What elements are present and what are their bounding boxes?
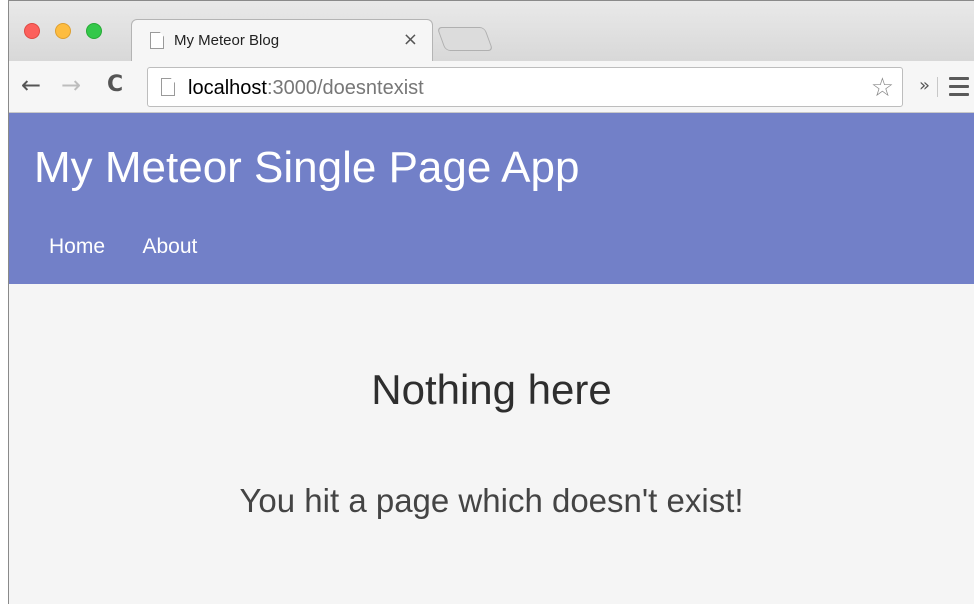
browser-window: My Meteor Blog × ← → C localhost:3000/do… (8, 0, 974, 604)
tab-close-icon[interactable]: × (403, 29, 418, 50)
forward-icon[interactable]: → (61, 73, 81, 97)
back-icon[interactable]: ← (21, 73, 41, 97)
toolbar-divider (937, 77, 938, 97)
app-title: My Meteor Single Page App (34, 143, 580, 192)
not-found-heading: Nothing here (371, 366, 612, 413)
tab-strip: My Meteor Blog × (9, 1, 974, 61)
extensions-overflow-icon[interactable]: » (919, 75, 930, 96)
nav-link-home[interactable]: Home (49, 235, 105, 259)
url-host: localhost (188, 77, 267, 99)
window-maximize-button[interactable] (86, 23, 102, 39)
not-found-message: You hit a page which doesn't exist! (239, 482, 744, 519)
new-tab-button[interactable] (436, 27, 494, 51)
reload-icon[interactable]: C (107, 73, 123, 97)
url-path: :3000/doesntexist (266, 77, 424, 99)
window-close-button[interactable] (24, 23, 40, 39)
menu-icon[interactable] (949, 77, 969, 101)
tab-title: My Meteor Blog (174, 32, 280, 49)
address-bar[interactable]: localhost:3000/doesntexist ☆ (147, 67, 903, 107)
url-text[interactable]: localhost:3000/doesntexist (188, 77, 424, 100)
browser-toolbar: ← → C localhost:3000/doesntexist ☆ » (9, 61, 974, 113)
bookmark-star-icon[interactable]: ☆ (871, 73, 894, 103)
page-icon (161, 78, 175, 96)
app-header: My Meteor Single Page App Home About (9, 113, 974, 284)
app-nav: Home About (49, 235, 230, 259)
main-content: Nothing here You hit a page which doesn'… (9, 284, 974, 604)
nav-link-about[interactable]: About (142, 235, 197, 259)
browser-tab[interactable]: My Meteor Blog × (131, 19, 433, 61)
page-icon (150, 32, 164, 49)
window-minimize-button[interactable] (55, 23, 71, 39)
